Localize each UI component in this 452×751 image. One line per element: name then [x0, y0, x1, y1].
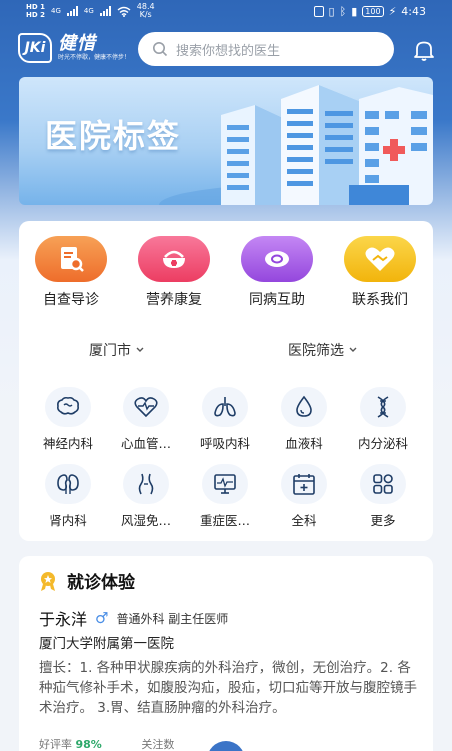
wifi-icon — [117, 6, 131, 17]
dept-icu[interactable]: 重症医… — [185, 464, 265, 529]
speed-unit: K/s — [139, 10, 152, 19]
signal-icon — [66, 6, 78, 16]
service-card: 自查导诊 营养康复 同病互助 联系我们 厦门市 医院筛选 神经内科 心血管… 呼… — [19, 221, 433, 541]
doctor-titles: 普通外科 副主任医师 — [116, 611, 229, 626]
quick-label: 营养康复 — [146, 292, 202, 308]
chevron-down-icon — [136, 347, 144, 352]
dept-label: 全科 — [291, 513, 317, 528]
blood-drop-icon — [296, 395, 312, 417]
dept-hematology[interactable]: 血液科 — [264, 387, 344, 452]
section-header: 就诊体验 — [37, 568, 135, 593]
city-filter-label: 厦门市 — [89, 343, 131, 359]
calendar-plus-icon — [293, 474, 315, 495]
bell-icon[interactable] — [412, 38, 436, 62]
hospital-banner[interactable]: 医院标签 — [19, 77, 433, 205]
signal-icon — [99, 6, 111, 16]
status-bar: HD 1 HD 2 4G 4G 48.4 K/s ▯ ᛒ ▮ 100 ⚡ 4:4… — [0, 0, 452, 26]
silent-icon: ▮ — [351, 5, 358, 18]
search-input[interactable]: 搜索你想找的医生 — [138, 32, 394, 66]
quick-label: 联系我们 — [352, 292, 408, 308]
section-title: 就诊体验 — [67, 573, 135, 593]
monitor-icon — [214, 474, 236, 494]
dept-label: 风湿免… — [120, 513, 171, 528]
hospital-filter-label: 医院筛选 — [288, 343, 344, 359]
dept-respiratory[interactable]: 呼吸内科 — [185, 387, 265, 452]
sim1-label: HD 1 — [26, 3, 45, 11]
doctor-name: 于永洋 — [39, 610, 88, 629]
dept-endocrinology[interactable]: 内分泌科 — [343, 387, 423, 452]
medal-icon — [41, 571, 55, 591]
net1-label: 4G — [50, 7, 61, 15]
dept-nephrology[interactable]: 肾内科 — [28, 464, 108, 529]
rating-label: 好评率 — [39, 738, 72, 751]
dept-cardiology[interactable]: 心血管… — [106, 387, 186, 452]
quick-bubble — [35, 236, 107, 282]
app-slogan: 时光不停歇，健康不停步！ — [58, 54, 131, 61]
report-search-icon — [61, 247, 84, 272]
dna-icon — [377, 396, 389, 418]
logo-mark: JKi — [18, 33, 52, 63]
quick-mutual-help[interactable]: 同病互助 — [237, 236, 317, 309]
dept-label: 内分泌科 — [357, 436, 408, 451]
quick-bubble — [138, 236, 210, 282]
follow-label: 关注数 — [141, 738, 175, 751]
dept-label: 更多 — [370, 513, 396, 528]
doctor-hospital: 厦门大学附属第一医院 — [39, 636, 174, 652]
app-header: JKi 健惜 时光不停歇，健康不停步！ 搜索你想找的医生 — [0, 30, 452, 70]
hospital-filter[interactable]: 医院筛选 — [288, 340, 358, 360]
app-name: 健惜 — [58, 33, 96, 54]
lungs-icon — [214, 397, 236, 417]
quick-bubble — [241, 236, 313, 282]
dept-label: 血液科 — [285, 436, 323, 451]
grid-more-icon — [373, 474, 393, 494]
charging-icon: ⚡ — [388, 5, 397, 18]
male-icon: ♂ — [95, 609, 109, 627]
experience-card: 就诊体验 于永洋 ♂ 普通外科 副主任医师 厦门大学附属第一医院 擅长：1. 各… — [19, 556, 433, 751]
search-placeholder: 搜索你想找的医生 — [176, 43, 281, 59]
net2-label: 4G — [83, 7, 94, 15]
dept-label: 神经内科 — [42, 436, 93, 451]
quick-self-check[interactable]: 自查导诊 — [31, 236, 111, 309]
dept-label: 心血管… — [120, 436, 171, 451]
chevron-down-icon — [349, 347, 357, 352]
search-icon — [153, 42, 168, 57]
dept-label: 重症医… — [199, 513, 250, 528]
vibrate-icon: ▯ — [328, 5, 335, 18]
brain-icon — [57, 396, 79, 415]
bowl-icon — [163, 250, 185, 268]
joint-icon — [138, 473, 154, 495]
quick-nutrition[interactable]: 营养康复 — [134, 236, 214, 309]
sim2-label: HD 2 — [26, 11, 45, 19]
quick-bubble — [344, 236, 416, 282]
heart-pulse-icon — [134, 397, 158, 418]
clock: 4:43 — [401, 5, 426, 18]
dept-neurology[interactable]: 神经内科 — [28, 387, 108, 452]
dept-label: 肾内科 — [49, 513, 87, 528]
dept-more[interactable]: 更多 — [343, 464, 423, 529]
kidney-icon — [57, 474, 79, 494]
dept-general[interactable]: 全科 — [264, 464, 344, 529]
rating-value: 98% — [75, 738, 102, 751]
banner-title: 医院标签 — [45, 117, 182, 155]
battery-icon: 100 — [362, 6, 384, 17]
bluetooth-icon: ᛒ — [339, 5, 347, 18]
doctor-skill: 擅长：1. 各种甲状腺疾病的外科治疗，微创，无创治疗。2. 各种疝气修补手术，如… — [39, 660, 417, 716]
heart-handshake-icon — [365, 247, 395, 271]
city-filter[interactable]: 厦门市 — [89, 340, 145, 360]
doctor-header[interactable]: 于永洋 ♂ 普通外科 副主任医师 — [39, 606, 228, 630]
quick-label: 自查导诊 — [43, 292, 99, 308]
nfc-icon — [313, 6, 324, 17]
quick-contact[interactable]: 联系我们 — [340, 236, 420, 309]
app-logo[interactable]: JKi 健惜 时光不停歇，健康不停步！ — [18, 33, 130, 63]
dept-rheumatology[interactable]: 风湿免… — [106, 464, 186, 529]
pill-icon — [265, 251, 289, 267]
dept-label: 呼吸内科 — [199, 436, 250, 451]
quick-label: 同病互助 — [249, 292, 305, 308]
